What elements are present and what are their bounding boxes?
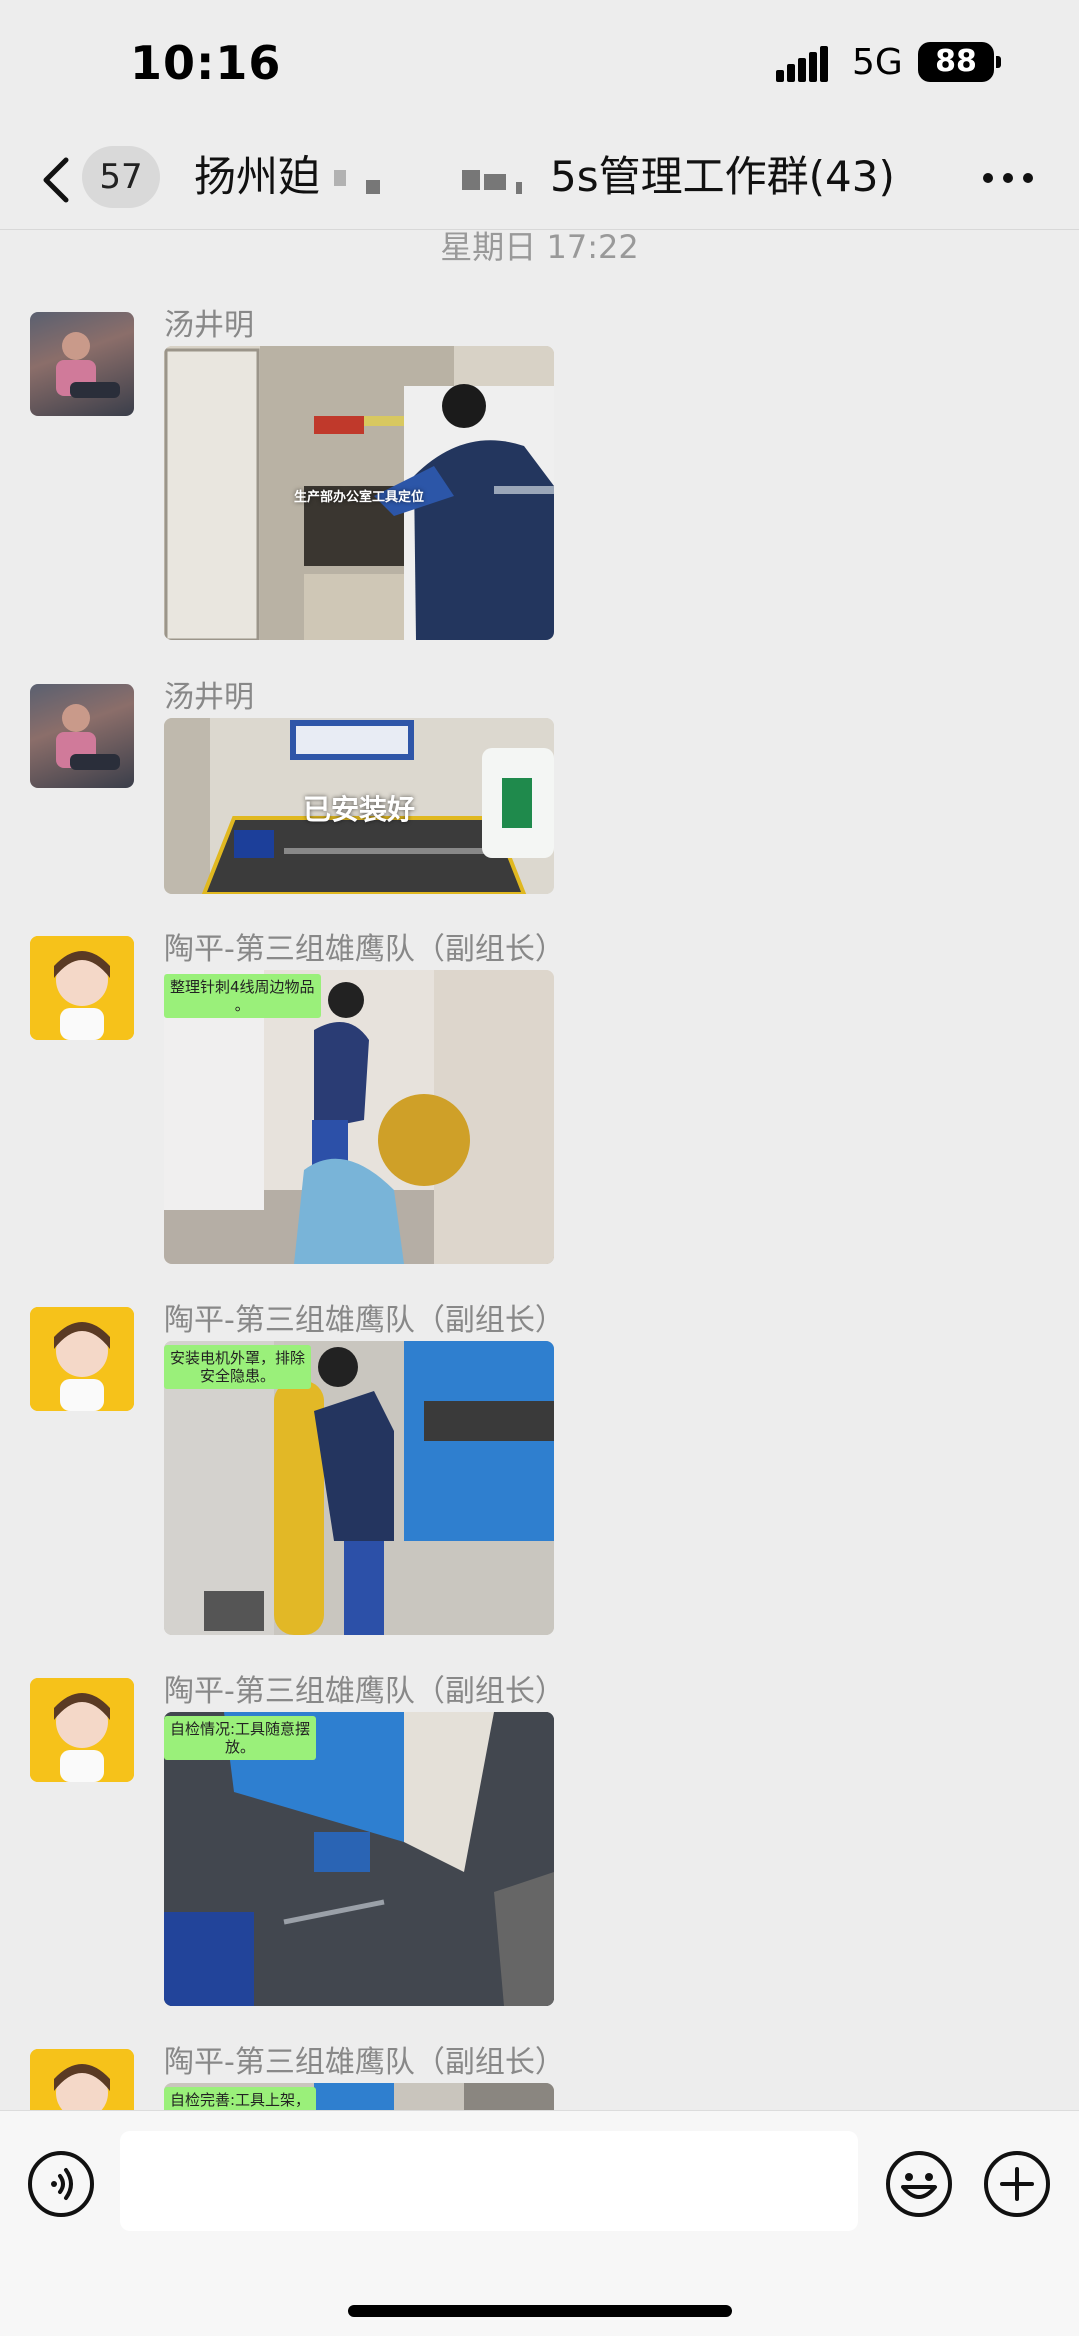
avatar[interactable]	[30, 684, 134, 788]
signal-icon	[776, 46, 828, 82]
message-image[interactable]: 已安装好	[164, 718, 554, 894]
more-options-icon[interactable]	[980, 170, 1036, 186]
avatar[interactable]	[30, 2049, 134, 2110]
message-input[interactable]	[120, 2131, 858, 2231]
chat-header: 57 扬州廹 5s管理工作群(43)	[0, 130, 1079, 230]
add-attachment-icon[interactable]	[982, 2149, 1052, 2219]
battery-tip	[996, 56, 1001, 68]
image-caption: 自检完善:工具上架， 清洁卫生	[164, 2087, 317, 2110]
chat-input-bar	[0, 2110, 1079, 2336]
image-caption: 整理针刺4线周边物品 。	[164, 974, 321, 1018]
sender-name: 汤井明	[164, 680, 254, 715]
image-caption: 生产部办公室工具定位	[293, 490, 424, 505]
avatar[interactable]	[30, 1678, 134, 1782]
unread-count-badge[interactable]: 57	[82, 146, 160, 208]
image-caption: 已安装好	[302, 793, 415, 826]
message-image[interactable]: 整理针刺4线周边物品 。	[164, 970, 554, 1264]
message-timestamp: 星期日 17:22	[440, 228, 639, 266]
message-image[interactable]: 自检情况:工具随意摆 放。	[164, 1712, 554, 2006]
emoji-icon[interactable]	[884, 2149, 954, 2219]
chat-title-prefix: 扬州廹	[194, 152, 321, 201]
message-image[interactable]: 自检完善:工具上架， 清洁卫生	[164, 2083, 554, 2110]
sender-name: 陶平-第三组雄鹰队（副组长）	[164, 1674, 565, 1709]
avatar[interactable]	[30, 936, 134, 1040]
chat-title: 扬州廹 5s管理工作群(43)	[194, 146, 895, 208]
network-type: 5G	[852, 42, 903, 83]
image-caption: 安装电机外罩，排除 安全隐患。	[164, 1345, 312, 1389]
status-time: 10:16	[130, 36, 282, 90]
message-image[interactable]: 安装电机外罩，排除 安全隐患。	[164, 1341, 554, 1635]
status-bar: 10:16 5G 88	[0, 0, 1079, 130]
sender-name: 陶平-第三组雄鹰队（副组长）	[164, 1303, 565, 1338]
redacted-region	[320, 160, 550, 200]
back-chevron-icon[interactable]	[36, 152, 76, 208]
home-indicator[interactable]	[348, 2305, 732, 2317]
voice-input-icon[interactable]	[26, 2149, 96, 2219]
sender-name: 陶平-第三组雄鹰队（副组长）	[164, 2045, 565, 2080]
avatar[interactable]	[30, 312, 134, 416]
chat-title-suffix: 5s管理工作群(43)	[550, 152, 895, 201]
message-image[interactable]: 生产部办公室工具定位	[164, 346, 554, 640]
sender-name: 汤井明	[164, 308, 254, 343]
sender-name: 陶平-第三组雄鹰队（副组长）	[164, 932, 565, 967]
avatar[interactable]	[30, 1307, 134, 1411]
image-caption: 自检情况:工具随意摆 放。	[164, 1716, 317, 1760]
battery-indicator: 88	[918, 42, 994, 82]
